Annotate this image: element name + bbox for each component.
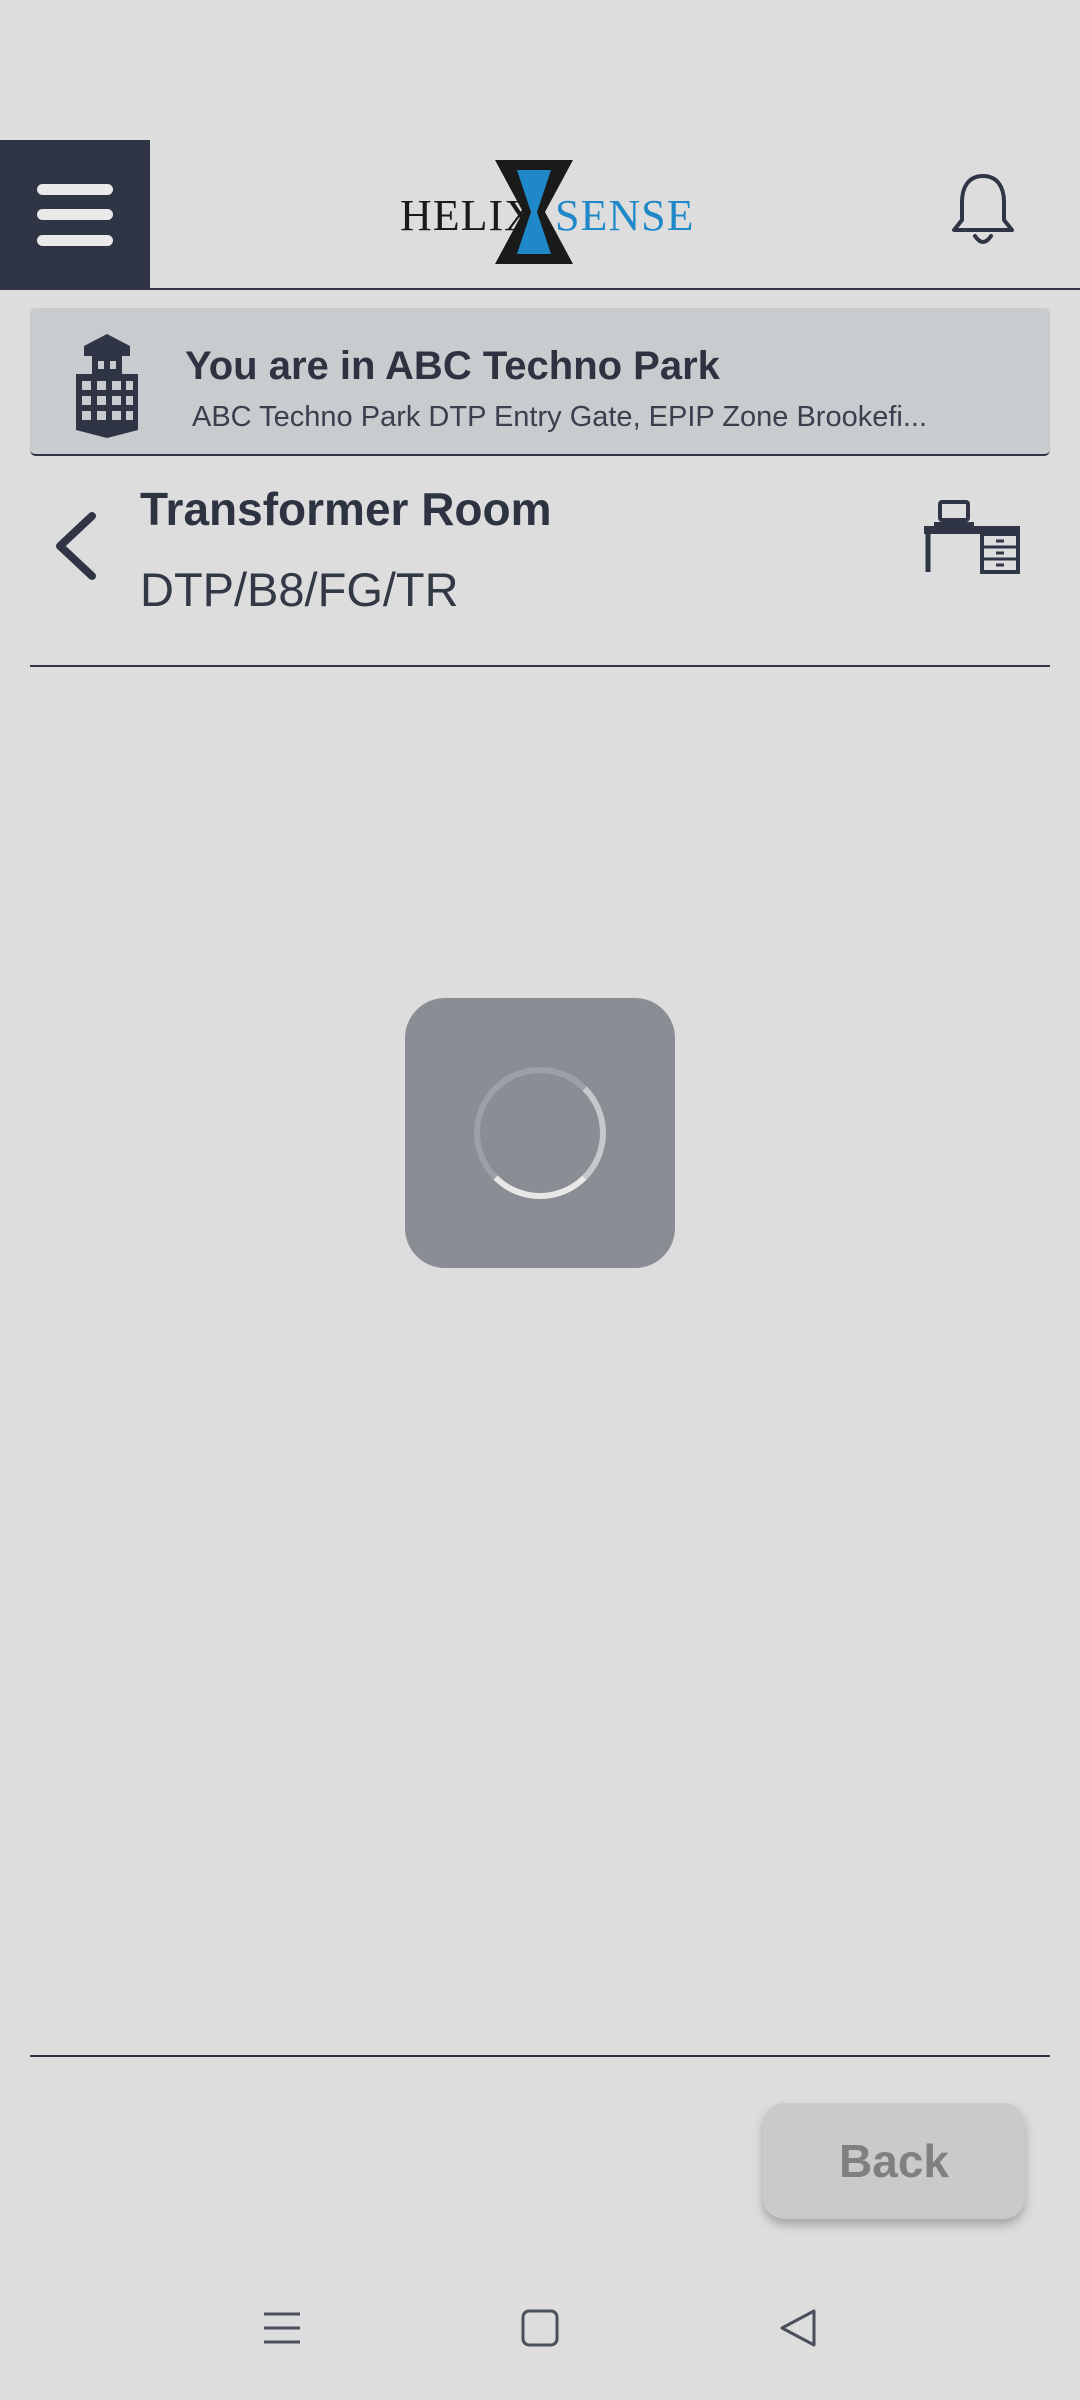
screen: HELIX SENSE You are in ABC Techno Park A…	[0, 0, 1080, 2400]
room-code: DTP/B8/FG/TR	[140, 563, 459, 616]
desk-workstation-icon[interactable]	[922, 498, 1022, 574]
hamburger-menu-icon	[37, 184, 113, 246]
menu-button[interactable]	[0, 140, 150, 290]
loading-spinner-icon	[474, 1067, 606, 1199]
recent-apps-icon[interactable]	[262, 2308, 302, 2348]
room-divider	[30, 665, 1050, 667]
building-icon	[76, 334, 138, 438]
home-icon[interactable]	[520, 2308, 560, 2348]
loading-overlay	[405, 998, 675, 1268]
system-navigation-bar	[0, 2290, 1080, 2380]
location-address: ABC Techno Park DTP Entry Gate, EPIP Zon…	[192, 401, 928, 433]
back-button[interactable]: Back	[763, 2103, 1025, 2219]
header-divider	[0, 288, 1080, 290]
room-title: Transformer Room	[140, 483, 552, 535]
location-title: You are in ABC Techno Park	[185, 344, 720, 388]
footer-divider	[30, 2055, 1050, 2057]
system-back-icon[interactable]	[778, 2308, 818, 2348]
location-banner[interactable]: You are in ABC Techno Park ABC Techno Pa…	[30, 308, 1050, 456]
logo-text-right: SENSE	[555, 191, 695, 240]
back-chevron-icon[interactable]	[52, 512, 98, 580]
notification-bell-icon[interactable]	[950, 172, 1016, 248]
helixsense-logo: HELIX SENSE	[400, 160, 693, 270]
